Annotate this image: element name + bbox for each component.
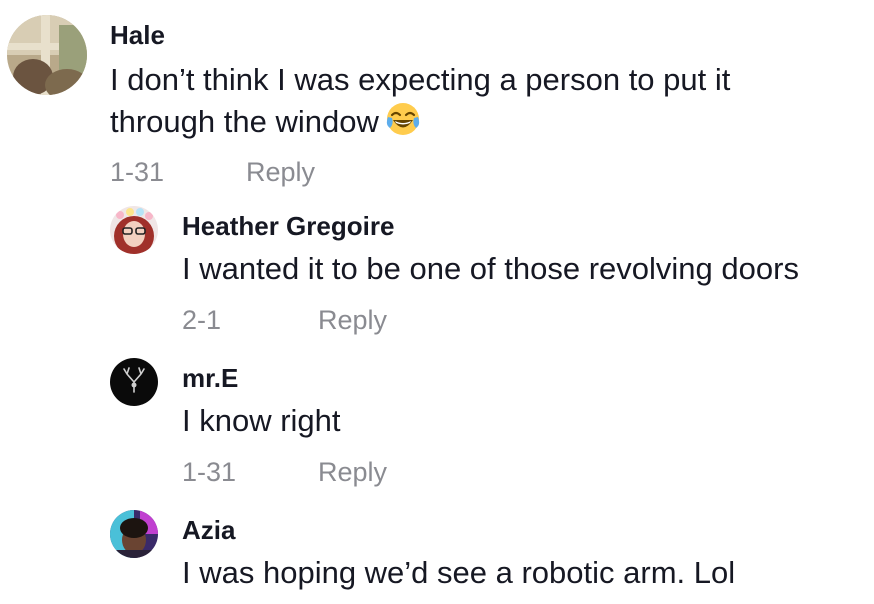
comment-azia: Azia I was hoping we’d see a robotic arm… <box>0 504 874 604</box>
avatar-image <box>110 206 158 254</box>
comment-text-segment: through the window <box>110 104 379 139</box>
avatar-image <box>110 510 158 558</box>
comment-mr-e: mr.E I know right 1-31 Reply <box>0 352 874 502</box>
reply-button[interactable]: Reply <box>318 305 387 336</box>
comment-date: 1-31 <box>182 457 237 487</box>
comment-username[interactable]: Heather Gregoire <box>182 211 394 242</box>
comment-text: I don’t think I was expecting a person t… <box>110 59 850 143</box>
avatar[interactable] <box>110 206 158 254</box>
avatar-image <box>110 358 158 406</box>
comment-username[interactable]: mr.E <box>182 363 238 394</box>
comment-text: I was hoping we’d see a robotic arm. Lol <box>182 555 736 590</box>
avatar[interactable] <box>7 15 87 95</box>
comment-username[interactable]: Hale <box>110 20 165 51</box>
avatar[interactable] <box>110 358 158 406</box>
comment-text: I know right <box>182 403 341 438</box>
reply-button[interactable]: Reply <box>246 157 315 188</box>
avatar-image <box>7 15 87 95</box>
comment-date: 1-31 <box>110 157 165 187</box>
comment-text-line: I don’t think I was expecting a person t… <box>110 62 731 97</box>
comment-text-line: through the window <box>110 101 850 143</box>
comment-heather-gregoire: Heather Gregoire I wanted it to be one o… <box>0 200 874 350</box>
comment-hale: Hale I don’t think I was expecting a per… <box>0 0 874 200</box>
comment-text: I wanted it to be one of those revolving… <box>182 251 799 286</box>
comment-date: 2-1 <box>182 305 222 335</box>
comment-username[interactable]: Azia <box>182 515 235 546</box>
avatar[interactable] <box>110 510 158 558</box>
reply-button[interactable]: Reply <box>318 457 387 488</box>
laughing-crying-emoji-icon <box>386 103 419 135</box>
